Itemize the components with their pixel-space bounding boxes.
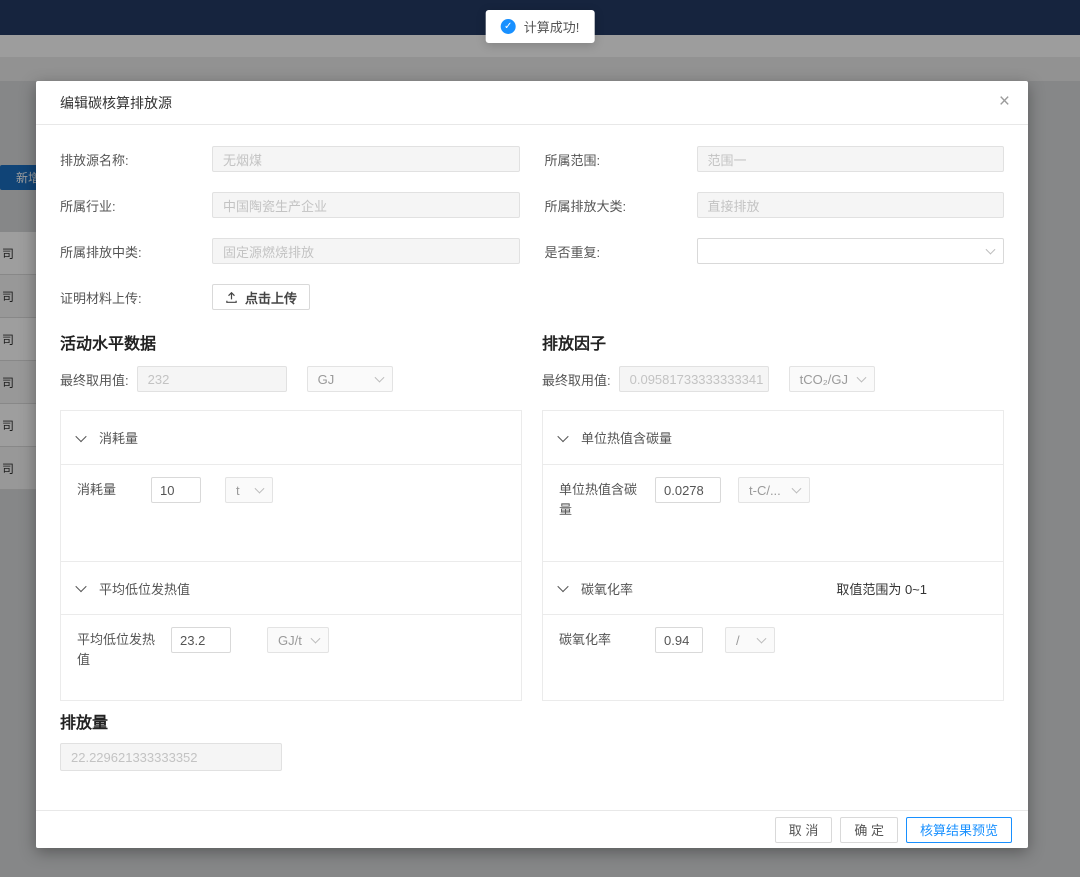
carbon-content-panel: 单位热值含碳量 单位热值含碳量 t-C/... 碳氧化 <box>542 410 1004 701</box>
emission-value-input: 22.229621333333352 <box>60 743 282 771</box>
field-duplicate: 是否重复: <box>545 238 1005 264</box>
result-preview-button[interactable]: 核算结果预览 <box>906 817 1012 843</box>
field-industry: 所属行业: 中国陶瓷生产企业 <box>60 192 520 218</box>
heating-unit-select: GJ/t <box>267 627 329 653</box>
chevron-down-icon <box>757 634 767 644</box>
source-name-label: 排放源名称: <box>60 150 212 169</box>
heating-unit-value: GJ/t <box>278 633 302 648</box>
carbon-content-input[interactable] <box>655 477 721 503</box>
factor-unit-select: tCO₂/GJ <box>789 366 875 392</box>
chevron-down-icon <box>75 581 86 592</box>
consumption-panel-title: 消耗量 <box>99 428 138 447</box>
activity-final-input: 232 <box>137 366 287 392</box>
carbon-content-unit-value: t-C/... <box>749 483 781 498</box>
chevron-down-icon <box>255 484 265 494</box>
scope-label: 所属范围: <box>545 150 697 169</box>
chevron-down-icon <box>557 581 568 592</box>
consumption-panel: 消耗量 消耗量 t 平均低位发热值 <box>60 410 522 701</box>
oxidation-input[interactable] <box>655 627 703 653</box>
activity-section: 活动水平数据 最终取用值: 232 GJ 消耗量 <box>60 330 522 701</box>
toast-message: 计算成功! <box>524 17 580 36</box>
upload-button[interactable]: 点击上传 <box>212 284 310 310</box>
activity-title: 活动水平数据 <box>60 330 522 354</box>
oxidation-unit-value: / <box>736 633 740 648</box>
edit-emission-source-dialog: 编辑碳核算排放源 × 排放源名称: 无烟煤 所属范围: 范围一 所属行业: 中国… <box>36 81 1028 848</box>
carbon-content-unit-select: t-C/... <box>738 477 810 503</box>
scope-input: 范围一 <box>697 146 1005 172</box>
heating-panel-header[interactable]: 平均低位发热值 <box>61 561 521 615</box>
upload-button-label: 点击上传 <box>245 288 297 307</box>
activity-unit-select: GJ <box>307 366 393 392</box>
consumption-panel-body: 消耗量 t <box>61 465 521 562</box>
emission-title: 排放量 <box>60 709 1004 733</box>
activity-unit-value: GJ <box>318 372 335 387</box>
close-icon[interactable]: × <box>999 91 1010 113</box>
screen: 新增 司 司 司 司 司 司 ✓ 计算成功! 编辑碳核算排放源 × 排放源名称:… <box>0 0 1080 877</box>
industry-input: 中国陶瓷生产企业 <box>212 192 520 218</box>
heating-panel-body: 平均低位发热值 GJ/t <box>61 615 521 700</box>
duplicate-select[interactable] <box>697 238 1005 264</box>
chevron-down-icon <box>792 484 802 494</box>
oxidation-panel-body: 碳氧化率 / <box>543 615 1003 700</box>
consumption-unit-select: t <box>225 477 273 503</box>
chevron-down-icon <box>557 430 568 441</box>
confirm-button[interactable]: 确 定 <box>840 817 898 843</box>
emission-section: 排放量 22.229621333333352 <box>60 709 1004 771</box>
success-check-icon: ✓ <box>501 19 516 34</box>
heating-panel-title: 平均低位发热值 <box>99 579 190 598</box>
consumption-input[interactable] <box>151 477 201 503</box>
field-major-category: 所属排放大类: 直接排放 <box>545 192 1005 218</box>
activity-final-row: 最终取用值: 232 GJ <box>60 366 522 392</box>
factor-section: 排放因子 最终取用值: 0.09581733333333341 tCO₂/GJ … <box>542 330 1004 701</box>
factor-final-label: 最终取用值: <box>542 370 611 389</box>
chevron-down-icon <box>856 373 866 383</box>
success-toast: ✓ 计算成功! <box>486 10 595 43</box>
chevron-down-icon <box>311 634 321 644</box>
oxidation-panel-header[interactable]: 碳氧化率 取值范围为 0~1 <box>543 561 1003 615</box>
dialog-footer: 取 消 确 定 核算结果预览 <box>36 810 1028 848</box>
middle-category-label: 所属排放中类: <box>60 242 212 261</box>
oxidation-range-hint: 取值范围为 0~1 <box>836 579 927 598</box>
factor-final-input: 0.09581733333333341 <box>619 366 769 392</box>
chevron-down-icon <box>986 245 996 255</box>
chevron-down-icon <box>374 373 384 383</box>
carbon-content-row-label: 单位热值含碳量 <box>559 480 639 520</box>
upload-icon <box>225 291 238 304</box>
factor-unit-value: tCO₂/GJ <box>800 372 848 387</box>
major-category-input: 直接排放 <box>697 192 1005 218</box>
oxidation-panel-title: 碳氧化率 <box>581 579 633 598</box>
source-name-input: 无烟煤 <box>212 146 520 172</box>
carbon-content-panel-title: 单位热值含碳量 <box>581 428 672 447</box>
dialog-body: 排放源名称: 无烟煤 所属范围: 范围一 所属行业: 中国陶瓷生产企业 所属排放… <box>36 125 1028 810</box>
consumption-panel-header[interactable]: 消耗量 <box>61 411 521 465</box>
carbon-content-panel-body: 单位热值含碳量 t-C/... <box>543 465 1003 562</box>
activity-final-label: 最终取用值: <box>60 370 129 389</box>
field-middle-category: 所属排放中类: 固定源燃烧排放 <box>60 238 520 264</box>
carbon-content-panel-header[interactable]: 单位热值含碳量 <box>543 411 1003 465</box>
consumption-row-label: 消耗量 <box>77 480 151 500</box>
factor-title: 排放因子 <box>542 330 1004 354</box>
major-category-label: 所属排放大类: <box>545 196 697 215</box>
heating-row-label: 平均低位发热值 <box>77 630 157 670</box>
duplicate-label: 是否重复: <box>545 242 697 261</box>
heating-input[interactable] <box>171 627 231 653</box>
chevron-down-icon <box>75 430 86 441</box>
field-upload: 证明材料上传: 点击上传 <box>60 284 520 310</box>
middle-category-input: 固定源燃烧排放 <box>212 238 520 264</box>
industry-label: 所属行业: <box>60 196 212 215</box>
upload-label: 证明材料上传: <box>60 288 212 307</box>
oxidation-unit-select: / <box>725 627 775 653</box>
cancel-button[interactable]: 取 消 <box>775 817 833 843</box>
field-source-name: 排放源名称: 无烟煤 <box>60 146 520 172</box>
dialog-title: 编辑碳核算排放源 <box>60 93 172 113</box>
field-scope: 所属范围: 范围一 <box>545 146 1005 172</box>
dialog-header: 编辑碳核算排放源 × <box>36 81 1028 125</box>
consumption-unit-value: t <box>236 483 240 498</box>
factor-final-row: 最终取用值: 0.09581733333333341 tCO₂/GJ <box>542 366 1004 392</box>
oxidation-row-label: 碳氧化率 <box>559 630 639 650</box>
